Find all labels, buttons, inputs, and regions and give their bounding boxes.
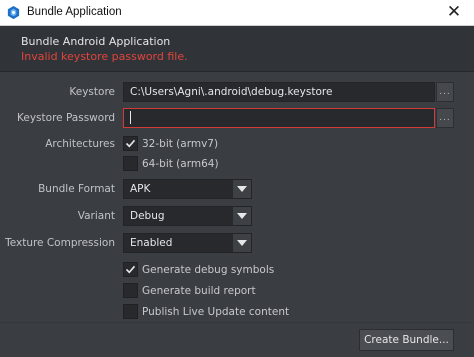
arch-32bit-label: 32-bit (armv7) (142, 138, 219, 150)
publish-live-update-checkbox[interactable] (123, 304, 138, 319)
architectures-label: Architectures (45, 138, 115, 150)
checkmark-icon (125, 265, 136, 274)
arch-64bit-label: 64-bit (arm64) (142, 158, 219, 170)
error-message: Invalid keystore password file. (21, 50, 188, 63)
arch-64bit-checkbox[interactable] (123, 156, 138, 171)
dialog-heading: Bundle Android Application (21, 35, 171, 48)
keystore-input[interactable]: C:\Users\Agni\.android\debug.keystore (123, 82, 435, 102)
keystore-password-browse-button[interactable]: ... (436, 108, 454, 128)
chevron-down-icon (237, 213, 247, 219)
chevron-down-icon (237, 186, 247, 192)
variant-value: Debug (130, 210, 165, 222)
close-window-button[interactable]: ✕ (445, 2, 463, 22)
bundle-format-value: APK (130, 183, 151, 195)
bundle-format-select[interactable]: APK (123, 179, 252, 199)
keystore-password-input[interactable] (123, 108, 435, 128)
texture-compression-label: Texture Compression (5, 237, 115, 249)
window-title: Bundle Application (27, 6, 122, 18)
dialog-header: Bundle Android Application Invalid keyst… (0, 26, 474, 72)
footer-divider (0, 322, 474, 323)
checkmark-icon (125, 139, 136, 148)
keystore-password-label: Keystore Password (17, 112, 115, 124)
publish-live-update-label: Publish Live Update content (142, 306, 290, 318)
create-bundle-button[interactable]: Create Bundle... (359, 329, 454, 351)
variant-label: Variant (77, 210, 115, 222)
dropdown-arrow (233, 207, 251, 225)
keystore-browse-button[interactable]: ... (436, 82, 454, 102)
variant-select[interactable]: Debug (123, 206, 252, 226)
bundle-format-label: Bundle Format (38, 183, 115, 195)
generate-build-report-label: Generate build report (142, 285, 256, 297)
text-cursor (130, 110, 131, 124)
generate-debug-symbols-label: Generate debug symbols (142, 264, 275, 276)
window-titlebar: Bundle Application ✕ (0, 0, 474, 26)
arch-32bit-checkbox[interactable] (123, 136, 138, 151)
chevron-down-icon (237, 240, 247, 246)
dropdown-arrow (233, 234, 251, 252)
texture-compression-value: Enabled (130, 237, 173, 249)
defold-logo-icon (7, 5, 20, 20)
dropdown-arrow (233, 180, 251, 198)
texture-compression-select[interactable]: Enabled (123, 233, 252, 253)
generate-debug-symbols-checkbox[interactable] (123, 262, 138, 277)
generate-build-report-checkbox[interactable] (123, 283, 138, 298)
keystore-label: Keystore (69, 86, 115, 98)
